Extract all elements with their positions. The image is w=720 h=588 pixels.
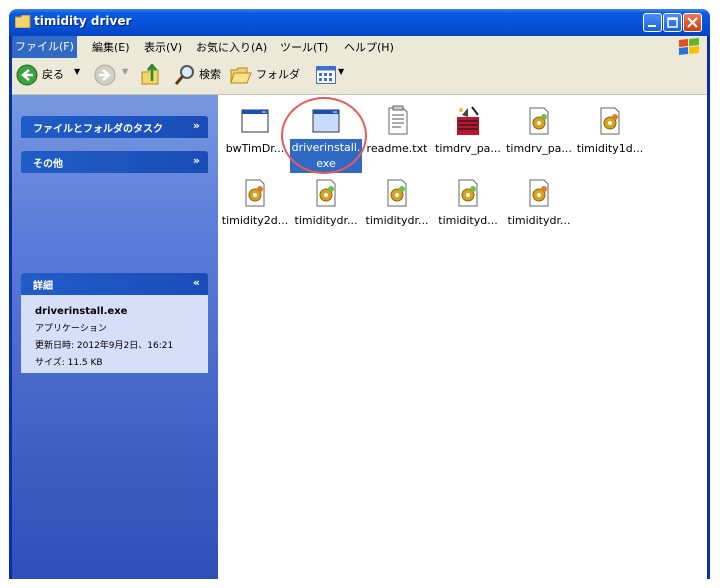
detail-type: アプリケーション	[35, 324, 107, 334]
forward-icon[interactable]	[94, 64, 116, 86]
file-item[interactable]: timidityd...	[431, 177, 505, 228]
views-icon[interactable]	[316, 66, 336, 84]
folders-button[interactable]: フォルダ	[256, 66, 300, 82]
file-label: timiditydr...	[294, 214, 358, 227]
search-button[interactable]: 検索	[199, 66, 221, 82]
file-label: timdrv_pa...	[506, 142, 572, 155]
file-item[interactable]: timiditydr...	[502, 177, 576, 228]
detail-filename: driverinstall.exe	[35, 306, 128, 317]
file-label: timiditydr...	[365, 214, 429, 227]
windows-logo-icon	[679, 38, 699, 55]
expand-chevron-icon[interactable]: »	[193, 154, 200, 167]
settings-file-icon	[316, 179, 336, 207]
red-annotation-circle	[281, 97, 367, 174]
settings-file-icon	[387, 179, 407, 207]
back-icon[interactable]	[16, 64, 38, 86]
search-icon[interactable]	[174, 64, 196, 86]
details-body: driverinstall.exe アプリケーション 更新日時: 2012年9月…	[21, 295, 208, 373]
settings-file-icon	[458, 179, 478, 207]
panel-file-folder-tasks-label: ファイルとフォルダのタスク	[33, 124, 163, 135]
text-file-icon	[388, 105, 408, 135]
minimize-button[interactable]	[643, 13, 662, 32]
file-label: timidity1d...	[576, 142, 644, 155]
menu-bar: ファイル(F) 編集(E) 表示(V) お気に入り(A) ツール(T) ヘルプ(…	[12, 36, 707, 58]
panel-details-label: 詳細	[33, 281, 53, 292]
menu-help[interactable]: ヘルプ(H)	[344, 39, 394, 55]
views-dropdown-icon[interactable]: ▼	[338, 67, 344, 76]
file-item[interactable]: timidity1d...	[573, 105, 647, 156]
settings-file-icon	[245, 179, 265, 207]
collapse-chevron-icon[interactable]: «	[193, 276, 200, 289]
settings-file-icon	[600, 107, 620, 135]
settings-file-icon	[529, 179, 549, 207]
back-button[interactable]: 戻る	[42, 66, 64, 82]
minimize-icon	[648, 25, 656, 27]
menu-favorites[interactable]: お気に入り(A)	[196, 39, 267, 55]
file-item[interactable]: timdrv_pa...	[431, 105, 505, 156]
back-dropdown-icon[interactable]: ▼	[74, 67, 80, 76]
file-item[interactable]: timidity2d...	[218, 177, 292, 228]
file-item[interactable]: timiditydr...	[289, 177, 363, 228]
settings-file-icon	[529, 107, 549, 135]
file-label: bwTimDr...	[225, 142, 285, 155]
menu-edit[interactable]: 編集(E)	[92, 39, 130, 55]
toolbar: 戻る ▼ ▼ 検索 フォルダ ▼	[12, 58, 707, 95]
title-bar[interactable]: timidity driver	[9, 9, 710, 36]
file-view: bwTimDr... driverinstall.exe readme.txt	[218, 95, 707, 579]
close-button[interactable]	[683, 13, 702, 32]
window-title: timidity driver	[34, 14, 132, 28]
maximize-icon	[667, 17, 678, 28]
file-item[interactable]: readme.txt	[360, 105, 434, 156]
expand-chevron-icon[interactable]: »	[193, 119, 200, 132]
maximize-button[interactable]	[663, 13, 682, 32]
file-label: readme.txt	[366, 142, 428, 155]
close-icon	[687, 17, 698, 28]
up-folder-icon[interactable]	[140, 64, 162, 86]
forward-dropdown-icon[interactable]: ▼	[122, 67, 128, 76]
detail-modified: 更新日時: 2012年9月2日、16:21	[35, 341, 174, 351]
menu-view[interactable]: 表示(V)	[144, 39, 182, 55]
file-label: timidityd...	[438, 214, 498, 227]
menu-file[interactable]: ファイル(F)	[12, 36, 77, 58]
folders-icon[interactable]	[230, 64, 252, 86]
explorer-window: timidity driver ファイル(F) 編集(E) 表示(V) お気に入…	[9, 9, 710, 579]
file-item[interactable]: timiditydr...	[360, 177, 434, 228]
panel-details[interactable]: 詳細 «	[21, 273, 208, 295]
file-item[interactable]: timdrv_pa...	[502, 105, 576, 156]
panel-file-folder-tasks[interactable]: ファイルとフォルダのタスク »	[21, 116, 208, 138]
file-label: timdrv_pa...	[435, 142, 501, 155]
menu-tools[interactable]: ツール(T)	[280, 39, 328, 55]
speaker-icon	[457, 106, 479, 135]
panel-other-places-label: その他	[33, 159, 63, 170]
app-window-icon	[241, 109, 269, 133]
detail-size: サイズ: 11.5 KB	[35, 358, 103, 368]
file-label: timidity2d...	[221, 214, 289, 227]
panel-other-places[interactable]: その他 »	[21, 151, 208, 173]
file-label: timiditydr...	[507, 214, 571, 227]
folder-icon	[15, 15, 31, 28]
task-pane: ファイルとフォルダのタスク » その他 » 詳細 « driverinstall…	[12, 95, 218, 579]
